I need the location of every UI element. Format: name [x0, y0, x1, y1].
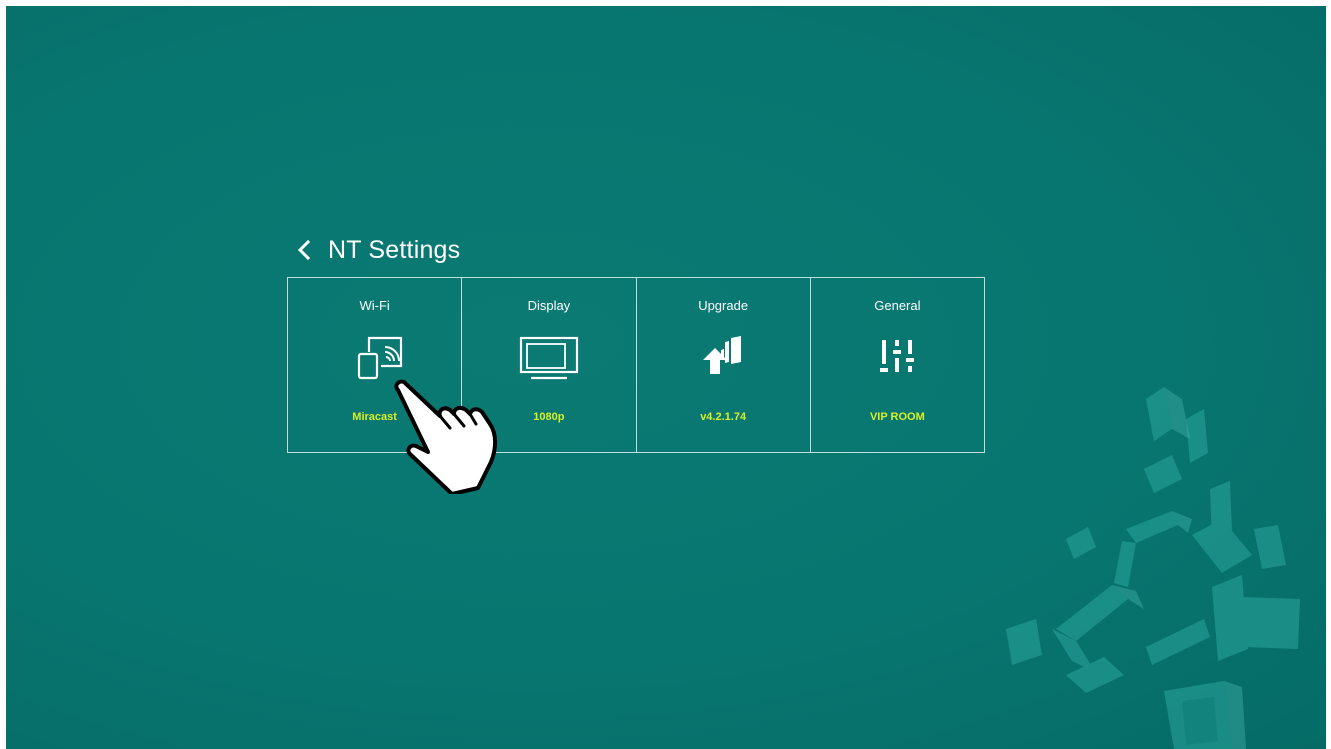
page-title: NT Settings — [328, 235, 461, 264]
tile-general-value: VIP ROOM — [869, 411, 925, 423]
screen-mirroring-icon — [357, 336, 402, 380]
tile-upgrade-label: Upgrade — [698, 298, 749, 313]
tile-general[interactable]: General VIP ROOM — [811, 278, 984, 452]
upgrade-arrow-icon — [703, 336, 742, 374]
back-header[interactable]: NT Settings — [292, 230, 460, 270]
tile-display-label: Display — [527, 298, 571, 313]
tile-upgrade-value: v4.2.1.74 — [700, 411, 747, 423]
tile-upgrade[interactable]: Upgrade v4.2.1.74 — [637, 278, 811, 452]
pointing-hand-icon — [394, 379, 497, 494]
tile-general-label: General — [874, 298, 921, 313]
decorative-blocks-graphic — [1006, 387, 1300, 749]
sliders-icon — [880, 340, 915, 372]
chevron-left-icon[interactable] — [292, 237, 318, 263]
display-monitor-icon — [519, 336, 578, 380]
tile-wifi-label: Wi-Fi — [359, 298, 390, 313]
settings-screen: NT Settings Wi-Fi Miracast Display 1080p — [6, 6, 1326, 749]
